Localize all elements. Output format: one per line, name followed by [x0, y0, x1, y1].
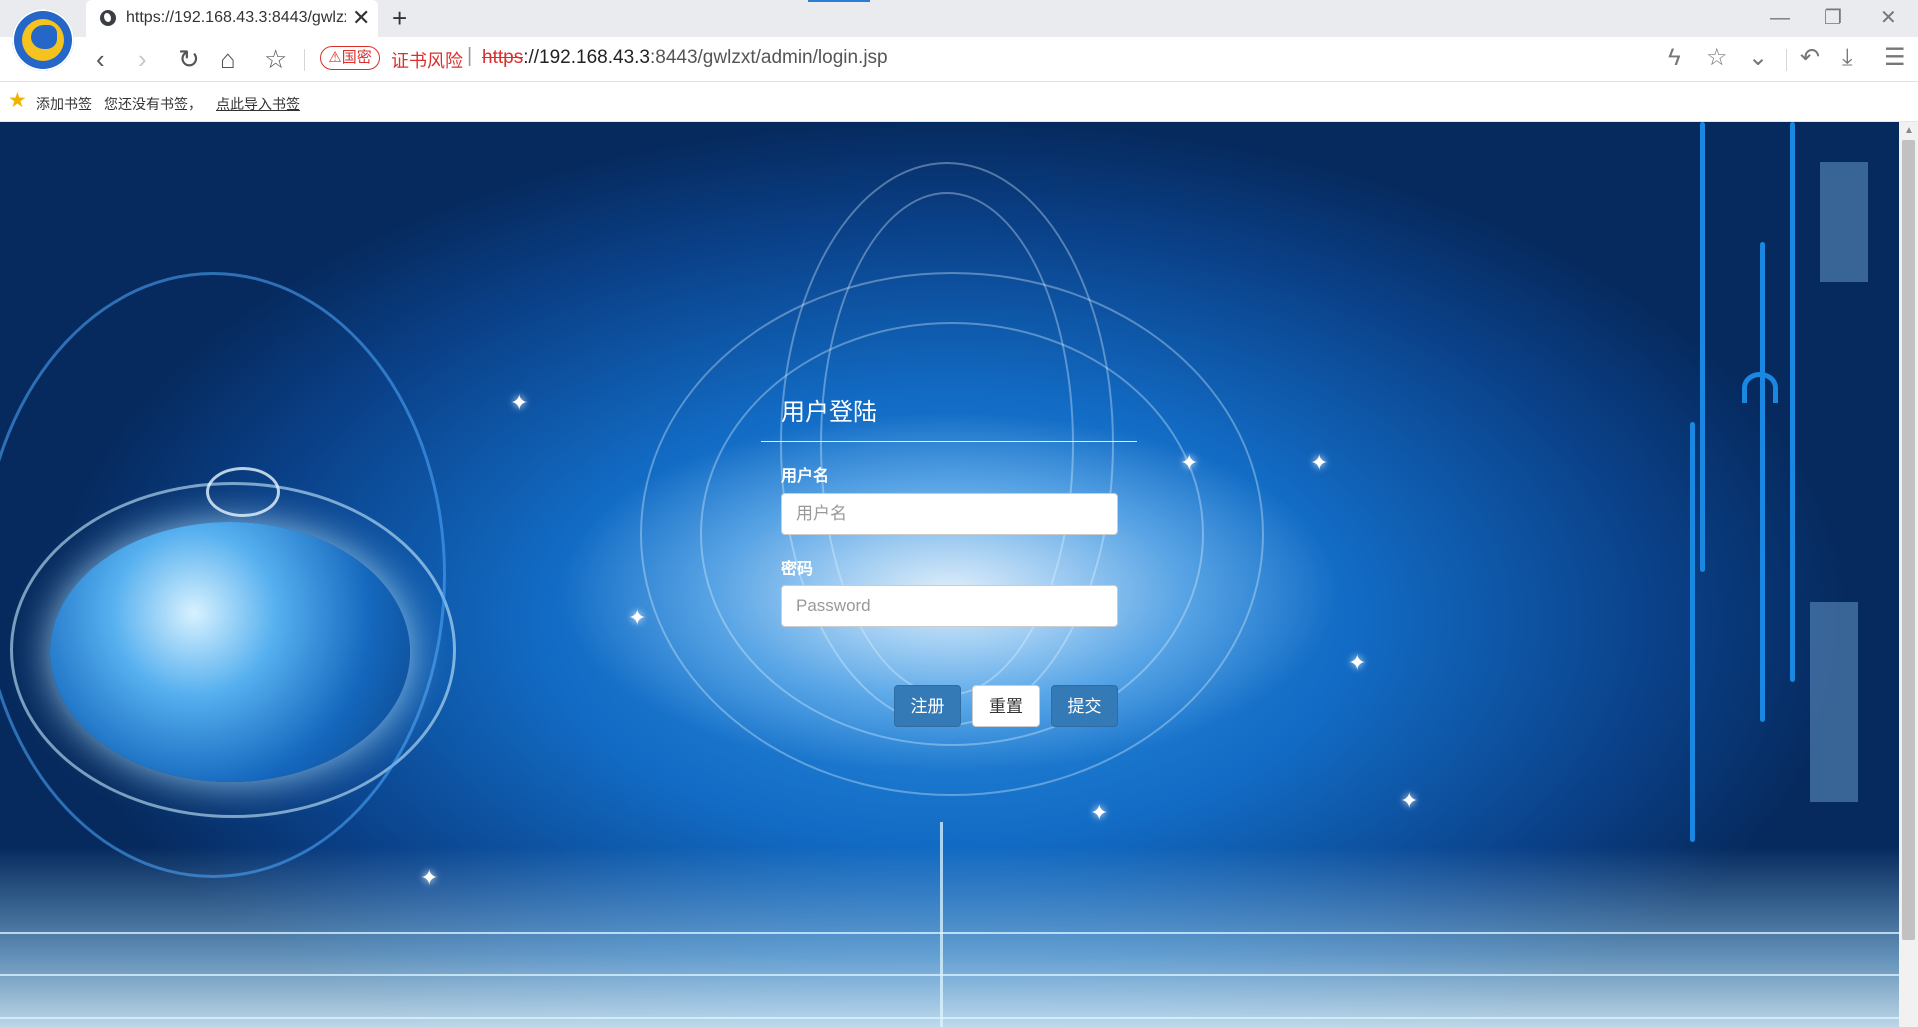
- window-close-icon[interactable]: ✕: [1880, 6, 1897, 30]
- menu-icon[interactable]: ☰: [1884, 43, 1906, 73]
- url-host: ://192.168.43.3: [523, 47, 650, 68]
- add-bookmark-button[interactable]: 添加书签: [36, 94, 92, 114]
- restore-icon[interactable]: ❐: [1824, 6, 1842, 30]
- star-icon: ★: [8, 89, 27, 112]
- url-path: :8443/gwlzxt/admin/login.jsp: [649, 47, 888, 68]
- grid-floor: [0, 847, 1899, 1027]
- username-input[interactable]: [781, 493, 1118, 535]
- register-button[interactable]: 注册: [894, 685, 961, 727]
- url-protocol: https: [482, 47, 524, 68]
- page-scrollbar[interactable]: ▲: [1899, 122, 1918, 1027]
- tab-close-icon[interactable]: ✕: [352, 6, 370, 30]
- reset-button[interactable]: 重置: [972, 685, 1040, 727]
- home-icon[interactable]: ⌂: [220, 44, 236, 74]
- password-label: 密码: [781, 561, 814, 578]
- new-tab-button[interactable]: +: [392, 3, 407, 33]
- cert-risk-label[interactable]: 证书风险: [391, 47, 463, 73]
- login-divider: [761, 441, 1137, 442]
- favorite-icon[interactable]: ☆: [264, 44, 287, 74]
- browser-tab-active[interactable]: https://192.168.43.3:8443/gwlzxt/admin/l…: [86, 0, 378, 37]
- address-bar: ‹ › ↻ ⌂ ☆ ⚠国密 证书风险 | https://192.168.43.…: [0, 37, 1918, 82]
- undo-icon[interactable]: ↶: [1800, 43, 1820, 73]
- back-icon[interactable]: ‹: [96, 44, 105, 74]
- login-title: 用户登陆: [781, 399, 877, 426]
- url-separator: |: [467, 45, 473, 67]
- no-bookmarks-message: 您还没有书签，: [104, 96, 202, 112]
- username-label: 用户名: [781, 468, 830, 485]
- tab-strip: https://192.168.43.3:8443/gwlzxt/admin/l…: [0, 0, 1918, 71]
- globe-icon: [100, 10, 116, 26]
- minimize-icon[interactable]: —: [1770, 6, 1790, 30]
- tab-title: https://192.168.43.3:8443/gwlzxt/admin/l…: [126, 9, 346, 26]
- flash-icon[interactable]: ϟ: [1668, 43, 1681, 73]
- import-bookmarks-link[interactable]: 点此导入书签: [216, 94, 300, 114]
- guomi-badge[interactable]: ⚠国密: [320, 46, 380, 70]
- page-viewport: ✦ ✦ ✦ ✦ ✦ ✦ ✦ ✦ 用户登陆 用户名 密码 注册 重置 提交: [0, 122, 1899, 1027]
- download-icon[interactable]: ⤓: [1842, 43, 1853, 73]
- globe-image: [50, 522, 410, 782]
- browser-logo-icon[interactable]: [12, 9, 74, 71]
- url-field[interactable]: https://192.168.43.3:8443/gwlzxt/admin/l…: [482, 47, 888, 69]
- reload-icon[interactable]: ↻: [178, 44, 200, 74]
- submit-button[interactable]: 提交: [1051, 685, 1118, 727]
- forward-icon[interactable]: ›: [138, 44, 147, 74]
- scroll-thumb[interactable]: [1902, 140, 1915, 940]
- chevron-down-icon[interactable]: ⌄: [1748, 43, 1768, 73]
- bookmark-star-icon[interactable]: ☆: [1706, 43, 1728, 73]
- scroll-up-icon[interactable]: ▲: [1904, 125, 1914, 136]
- sparkle: ✦: [510, 390, 529, 415]
- bookmark-bar: ★ 添加书签 您还没有书签， 点此导入书签: [0, 82, 1918, 122]
- circuit-line: [1700, 122, 1705, 572]
- password-input[interactable]: [781, 585, 1118, 627]
- tab-strip-accent: [808, 0, 870, 2]
- pixel-block: [1820, 162, 1868, 282]
